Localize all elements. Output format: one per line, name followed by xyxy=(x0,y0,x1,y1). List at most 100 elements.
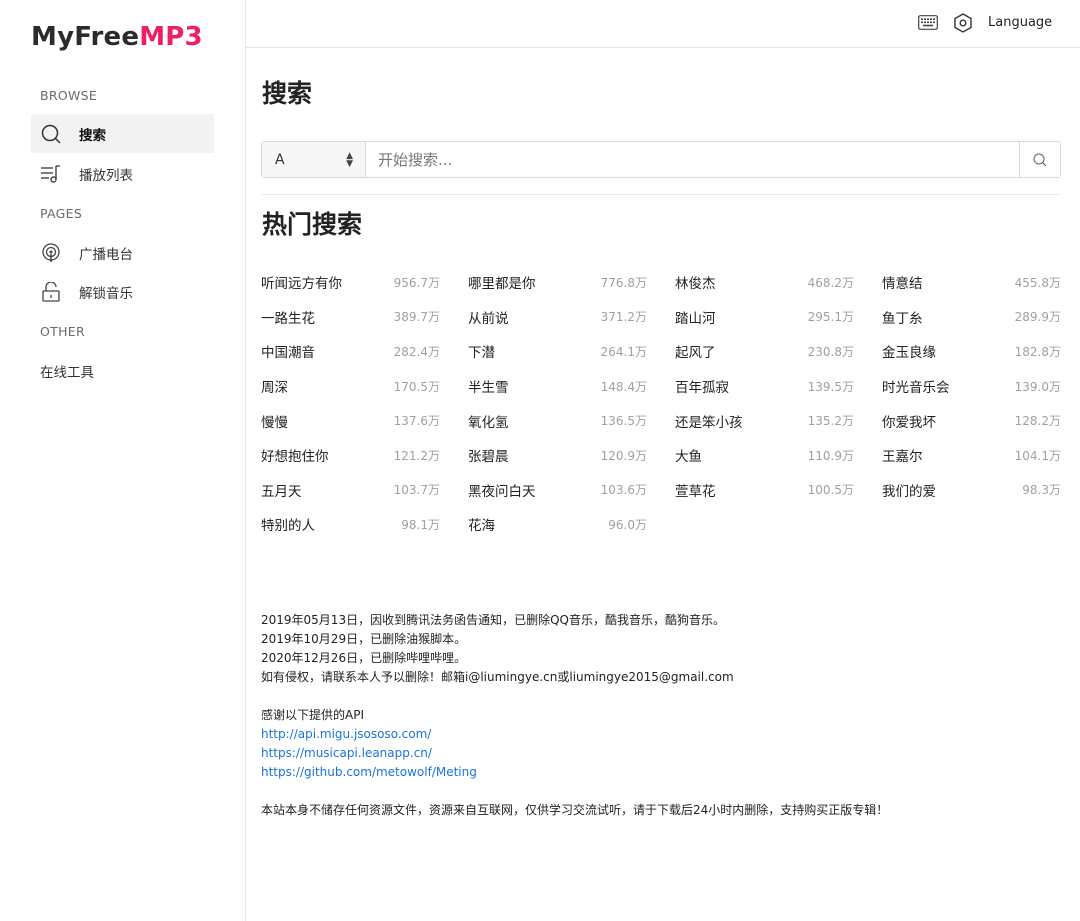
hot-search-item[interactable]: 中国潮音 282.4万 xyxy=(261,334,440,369)
hot-search-item[interactable]: 起风了 230.8万 xyxy=(675,334,854,369)
api-link[interactable]: https://musicapi.leanapp.cn/ xyxy=(261,744,1041,763)
hot-search-count: 135.2万 xyxy=(807,414,854,429)
hot-search-name: 张碧晨 xyxy=(468,449,509,466)
hot-search-name: 一路生花 xyxy=(261,310,315,327)
hot-search-item[interactable]: 张碧晨 120.9万 xyxy=(468,438,647,473)
search-input[interactable] xyxy=(366,142,1019,177)
hot-search-item[interactable]: 听闻远方有你 956.7万 xyxy=(261,265,440,300)
sidebar-item-unlock[interactable]: 解锁音乐 xyxy=(31,272,214,311)
sidebar-item-label: 在线工具 xyxy=(40,364,94,381)
hot-search-item[interactable]: 林俊杰 468.2万 xyxy=(675,265,854,300)
keyboard-icon[interactable] xyxy=(918,15,938,34)
hot-search-name: 听闻远方有你 xyxy=(261,276,342,293)
hot-search-count: 455.8万 xyxy=(1014,275,1061,290)
hot-search-name: 五月天 xyxy=(261,483,302,500)
hot-search-item[interactable]: 情意结 455.8万 xyxy=(882,265,1061,300)
sidebar-item-playlist[interactable]: 播放列表 xyxy=(31,154,214,193)
hot-search-name: 起风了 xyxy=(675,345,716,362)
notice-line: 2019年05月13日，因收到腾讯法务函告通知，已删除QQ音乐，酷我音乐，酷狗音… xyxy=(261,613,725,627)
hot-search-count: 121.2万 xyxy=(393,448,440,463)
sidebar-item-tools[interactable]: 在线工具 xyxy=(31,351,214,390)
hot-search-item[interactable]: 周深 170.5万 xyxy=(261,369,440,404)
hot-search-item[interactable]: 半生雪 148.4万 xyxy=(468,369,647,404)
logo[interactable]: MyFreeMP3 xyxy=(31,22,203,52)
hot-search-item[interactable]: 鱼丁糸 289.9万 xyxy=(882,300,1061,335)
app: MyFreeMP3 BROWSE 搜索 播放列表 PAGES 广播电台 解锁音乐… xyxy=(0,0,1080,921)
search-icon xyxy=(40,123,62,145)
hot-search-name: 半生雪 xyxy=(468,380,509,397)
notice-line: 2019年10月29日，已删除油猴脚本。 xyxy=(261,632,467,646)
hot-search-count: 148.4万 xyxy=(600,379,647,394)
hot-search-item[interactable]: 花海 96.0万 xyxy=(468,507,647,542)
hot-search-item[interactable]: 从前说 371.2万 xyxy=(468,300,647,335)
hexagon-icon[interactable] xyxy=(954,13,972,37)
sidebar-item-label: 广播电台 xyxy=(79,246,133,263)
hot-search-name: 黑夜问白天 xyxy=(468,483,536,500)
section-label-pages: PAGES xyxy=(40,206,83,221)
hot-search-item[interactable]: 你爱我坏 128.2万 xyxy=(882,403,1061,438)
hot-search-count: 776.8万 xyxy=(600,275,647,290)
hot-search-count: 98.1万 xyxy=(401,517,440,532)
hot-search-item[interactable]: 五月天 103.7万 xyxy=(261,473,440,508)
hot-search-name: 我们的爱 xyxy=(882,483,936,500)
hot-search-count: 139.0万 xyxy=(1014,379,1061,394)
hot-search-item[interactable]: 黑夜问白天 103.6万 xyxy=(468,473,647,508)
hot-search-count: 98.3万 xyxy=(1022,483,1061,498)
hot-search-count: 295.1万 xyxy=(807,310,854,325)
hot-search-item[interactable]: 好想抱住你 121.2万 xyxy=(261,438,440,473)
hot-search-item[interactable]: 一路生花 389.7万 xyxy=(261,300,440,335)
hot-search-item[interactable]: 氧化氢 136.5万 xyxy=(468,403,647,438)
hot-search-count: 128.2万 xyxy=(1014,414,1061,429)
sidebar-item-label: 解锁音乐 xyxy=(79,285,133,302)
hot-search-item[interactable]: 慢慢 137.6万 xyxy=(261,403,440,438)
search-icon xyxy=(1033,152,1047,166)
source-select[interactable]: A ▲ ▼ xyxy=(262,142,366,177)
topbar: Language xyxy=(246,0,1080,48)
hot-search-item[interactable]: 金玉良缘 182.8万 xyxy=(882,334,1061,369)
hot-search-item[interactable]: 下潜 264.1万 xyxy=(468,334,647,369)
notice: 2019年05月13日，因收到腾讯法务函告通知，已删除QQ音乐，酷我音乐，酷狗音… xyxy=(261,611,1041,820)
api-link[interactable]: http://api.migu.jsososo.com/ xyxy=(261,725,1041,744)
sidebar-item-label: 搜索 xyxy=(79,127,106,144)
hot-search-item[interactable]: 时光音乐会 139.0万 xyxy=(882,369,1061,404)
hot-search-item[interactable]: 我们的爱 98.3万 xyxy=(882,473,1061,508)
hot-search-count: 103.7万 xyxy=(393,483,440,498)
hot-search-count: 103.6万 xyxy=(600,483,647,498)
hot-search-item[interactable]: 哪里都是你 776.8万 xyxy=(468,265,647,300)
hot-search-name: 萱草花 xyxy=(675,483,716,500)
hot-search-name: 大鱼 xyxy=(675,449,702,466)
hot-search-count: 170.5万 xyxy=(393,379,440,394)
hot-search-item[interactable]: 特别的人 98.1万 xyxy=(261,507,440,542)
page-title: 搜索 xyxy=(262,79,313,108)
hot-search-name: 时光音乐会 xyxy=(882,380,950,397)
sidebar-item-search[interactable]: 搜索 xyxy=(31,114,214,153)
sidebar: MyFreeMP3 BROWSE 搜索 播放列表 PAGES 广播电台 解锁音乐… xyxy=(0,0,246,921)
search-button[interactable] xyxy=(1019,142,1060,177)
hot-search-name: 林俊杰 xyxy=(675,276,716,293)
hot-search-name: 周深 xyxy=(261,380,288,397)
hot-search-item[interactable]: 王嘉尔 104.1万 xyxy=(882,438,1061,473)
hot-search-grid: 听闻远方有你 956.7万 哪里都是你 776.8万 林俊杰 468.2万 情意结 455.8… xyxy=(261,265,1061,542)
hot-search-count: 230.8万 xyxy=(807,344,854,359)
hot-search-name: 金玉良缘 xyxy=(882,345,936,362)
api-link[interactable]: https://github.com/metowolf/Meting xyxy=(261,763,1041,782)
hot-search-item[interactable]: 萱草花 100.5万 xyxy=(675,473,854,508)
notice-line: 如有侵权，请联系本人予以删除！邮箱i@liumingye.cn或liumingy… xyxy=(261,670,734,684)
hot-search-item[interactable]: 百年孤寂 139.5万 xyxy=(675,369,854,404)
hot-search-name: 踏山河 xyxy=(675,310,716,327)
podcast-icon xyxy=(40,242,62,264)
language-selector[interactable]: Language xyxy=(988,15,1052,30)
section-label-browse: BROWSE xyxy=(40,88,98,103)
sidebar-item-radio[interactable]: 广播电台 xyxy=(31,233,214,272)
hot-search-item[interactable]: 大鱼 110.9万 xyxy=(675,438,854,473)
section-label-other: OTHER xyxy=(40,324,85,339)
hot-search-count: 137.6万 xyxy=(393,414,440,429)
hot-search-name: 哪里都是你 xyxy=(468,276,536,293)
hot-search-title: 热门搜索 xyxy=(262,210,363,239)
hot-search-count: 289.9万 xyxy=(1014,310,1061,325)
hot-search-name: 百年孤寂 xyxy=(675,380,729,397)
hot-search-count: 120.9万 xyxy=(600,448,647,463)
hot-search-item[interactable]: 踏山河 295.1万 xyxy=(675,300,854,335)
hot-search-name: 还是笨小孩 xyxy=(675,414,743,431)
hot-search-item[interactable]: 还是笨小孩 135.2万 xyxy=(675,403,854,438)
